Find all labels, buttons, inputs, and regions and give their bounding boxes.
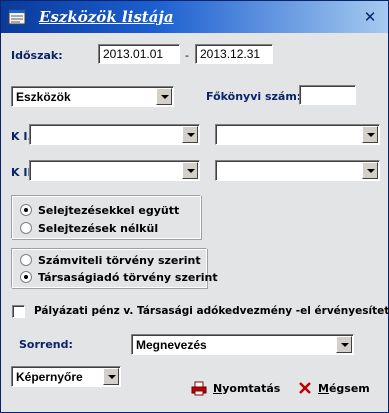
sort-select[interactable]: Megnevezés — [131, 334, 354, 355]
radio-with-discards[interactable]: Selejtezésekkel együtt — [20, 204, 179, 217]
period-to-input[interactable]: 2013.12.31 — [195, 44, 273, 64]
document-icon — [8, 9, 26, 25]
period-label: Időszak: — [11, 49, 63, 62]
radio-label: Selejtezésekkel együtt — [38, 204, 180, 217]
output-select-value: Képernyőre — [16, 370, 83, 384]
chevron-down-icon[interactable] — [182, 162, 198, 179]
discard-group: Selejtezésekkel együtt Selejtezések nélk… — [11, 195, 201, 239]
radio-label: Számviteli törvény szerint — [38, 254, 201, 267]
ledger-label: Főkönyvi szám: — [206, 90, 302, 103]
close-icon[interactable]: ✕ — [362, 9, 378, 25]
window-title: Eszközök listája — [39, 8, 174, 26]
category-select[interactable]: Eszközök — [11, 86, 174, 107]
period-separator: - — [185, 49, 189, 62]
print-button[interactable]: Nyomtatás — [191, 381, 280, 396]
cancel-button-label: égsem — [328, 381, 370, 395]
x-mark-icon — [299, 382, 311, 394]
k2-left-select[interactable] — [29, 160, 200, 181]
grant-checkbox-label: Pályázati pénz v. Társasági adókedvezmén… — [34, 305, 389, 317]
chevron-down-icon[interactable] — [362, 162, 378, 179]
period-from-input[interactable]: 2013.01.01 — [98, 44, 180, 64]
chevron-down-icon[interactable] — [103, 368, 119, 385]
grant-checkbox[interactable] — [12, 305, 25, 318]
sort-select-value: Megnevezés — [136, 338, 207, 352]
cancel-button-mnemonic: M — [318, 381, 329, 395]
dialog-window: Eszközök listája ✕ Időszak: 2013.01.01 -… — [0, 0, 389, 413]
radio-label: Társaságiadó törvény szerint — [38, 271, 218, 284]
printer-icon — [191, 381, 207, 396]
radio-button[interactable] — [20, 254, 32, 266]
title-bar[interactable]: Eszközök listája ✕ — [1, 1, 388, 33]
chevron-down-icon[interactable] — [336, 336, 352, 353]
radio-without-discards[interactable]: Selejtezések nélkül — [20, 222, 158, 235]
sort-label: Sorrend: — [19, 338, 73, 351]
radio-label: Selejtezések nélkül — [38, 222, 159, 235]
ledger-number-input[interactable] — [299, 85, 356, 105]
radio-button[interactable] — [20, 204, 32, 216]
radio-button[interactable] — [20, 271, 32, 283]
radio-accounting-law[interactable]: Számviteli törvény szerint — [20, 254, 201, 267]
print-button-mnemonic: N — [213, 382, 223, 395]
print-button-label: yomtatás — [222, 382, 281, 395]
category-select-value: Eszközök — [16, 90, 71, 104]
radio-button[interactable] — [20, 222, 32, 234]
k2-right-select[interactable] — [215, 160, 380, 181]
k1-right-select[interactable] — [215, 124, 380, 145]
radio-corporate-tax-law[interactable]: Társaságiadó törvény szerint — [20, 271, 218, 284]
chevron-down-icon[interactable] — [362, 126, 378, 143]
law-group: Számviteli törvény szerint Társaságiadó … — [11, 248, 218, 288]
k1-left-select[interactable] — [29, 124, 200, 145]
chevron-down-icon[interactable] — [182, 126, 198, 143]
output-select[interactable]: Képernyőre — [11, 366, 121, 387]
chevron-down-icon[interactable] — [156, 88, 172, 105]
cancel-button[interactable]: Mégsem — [298, 381, 370, 395]
